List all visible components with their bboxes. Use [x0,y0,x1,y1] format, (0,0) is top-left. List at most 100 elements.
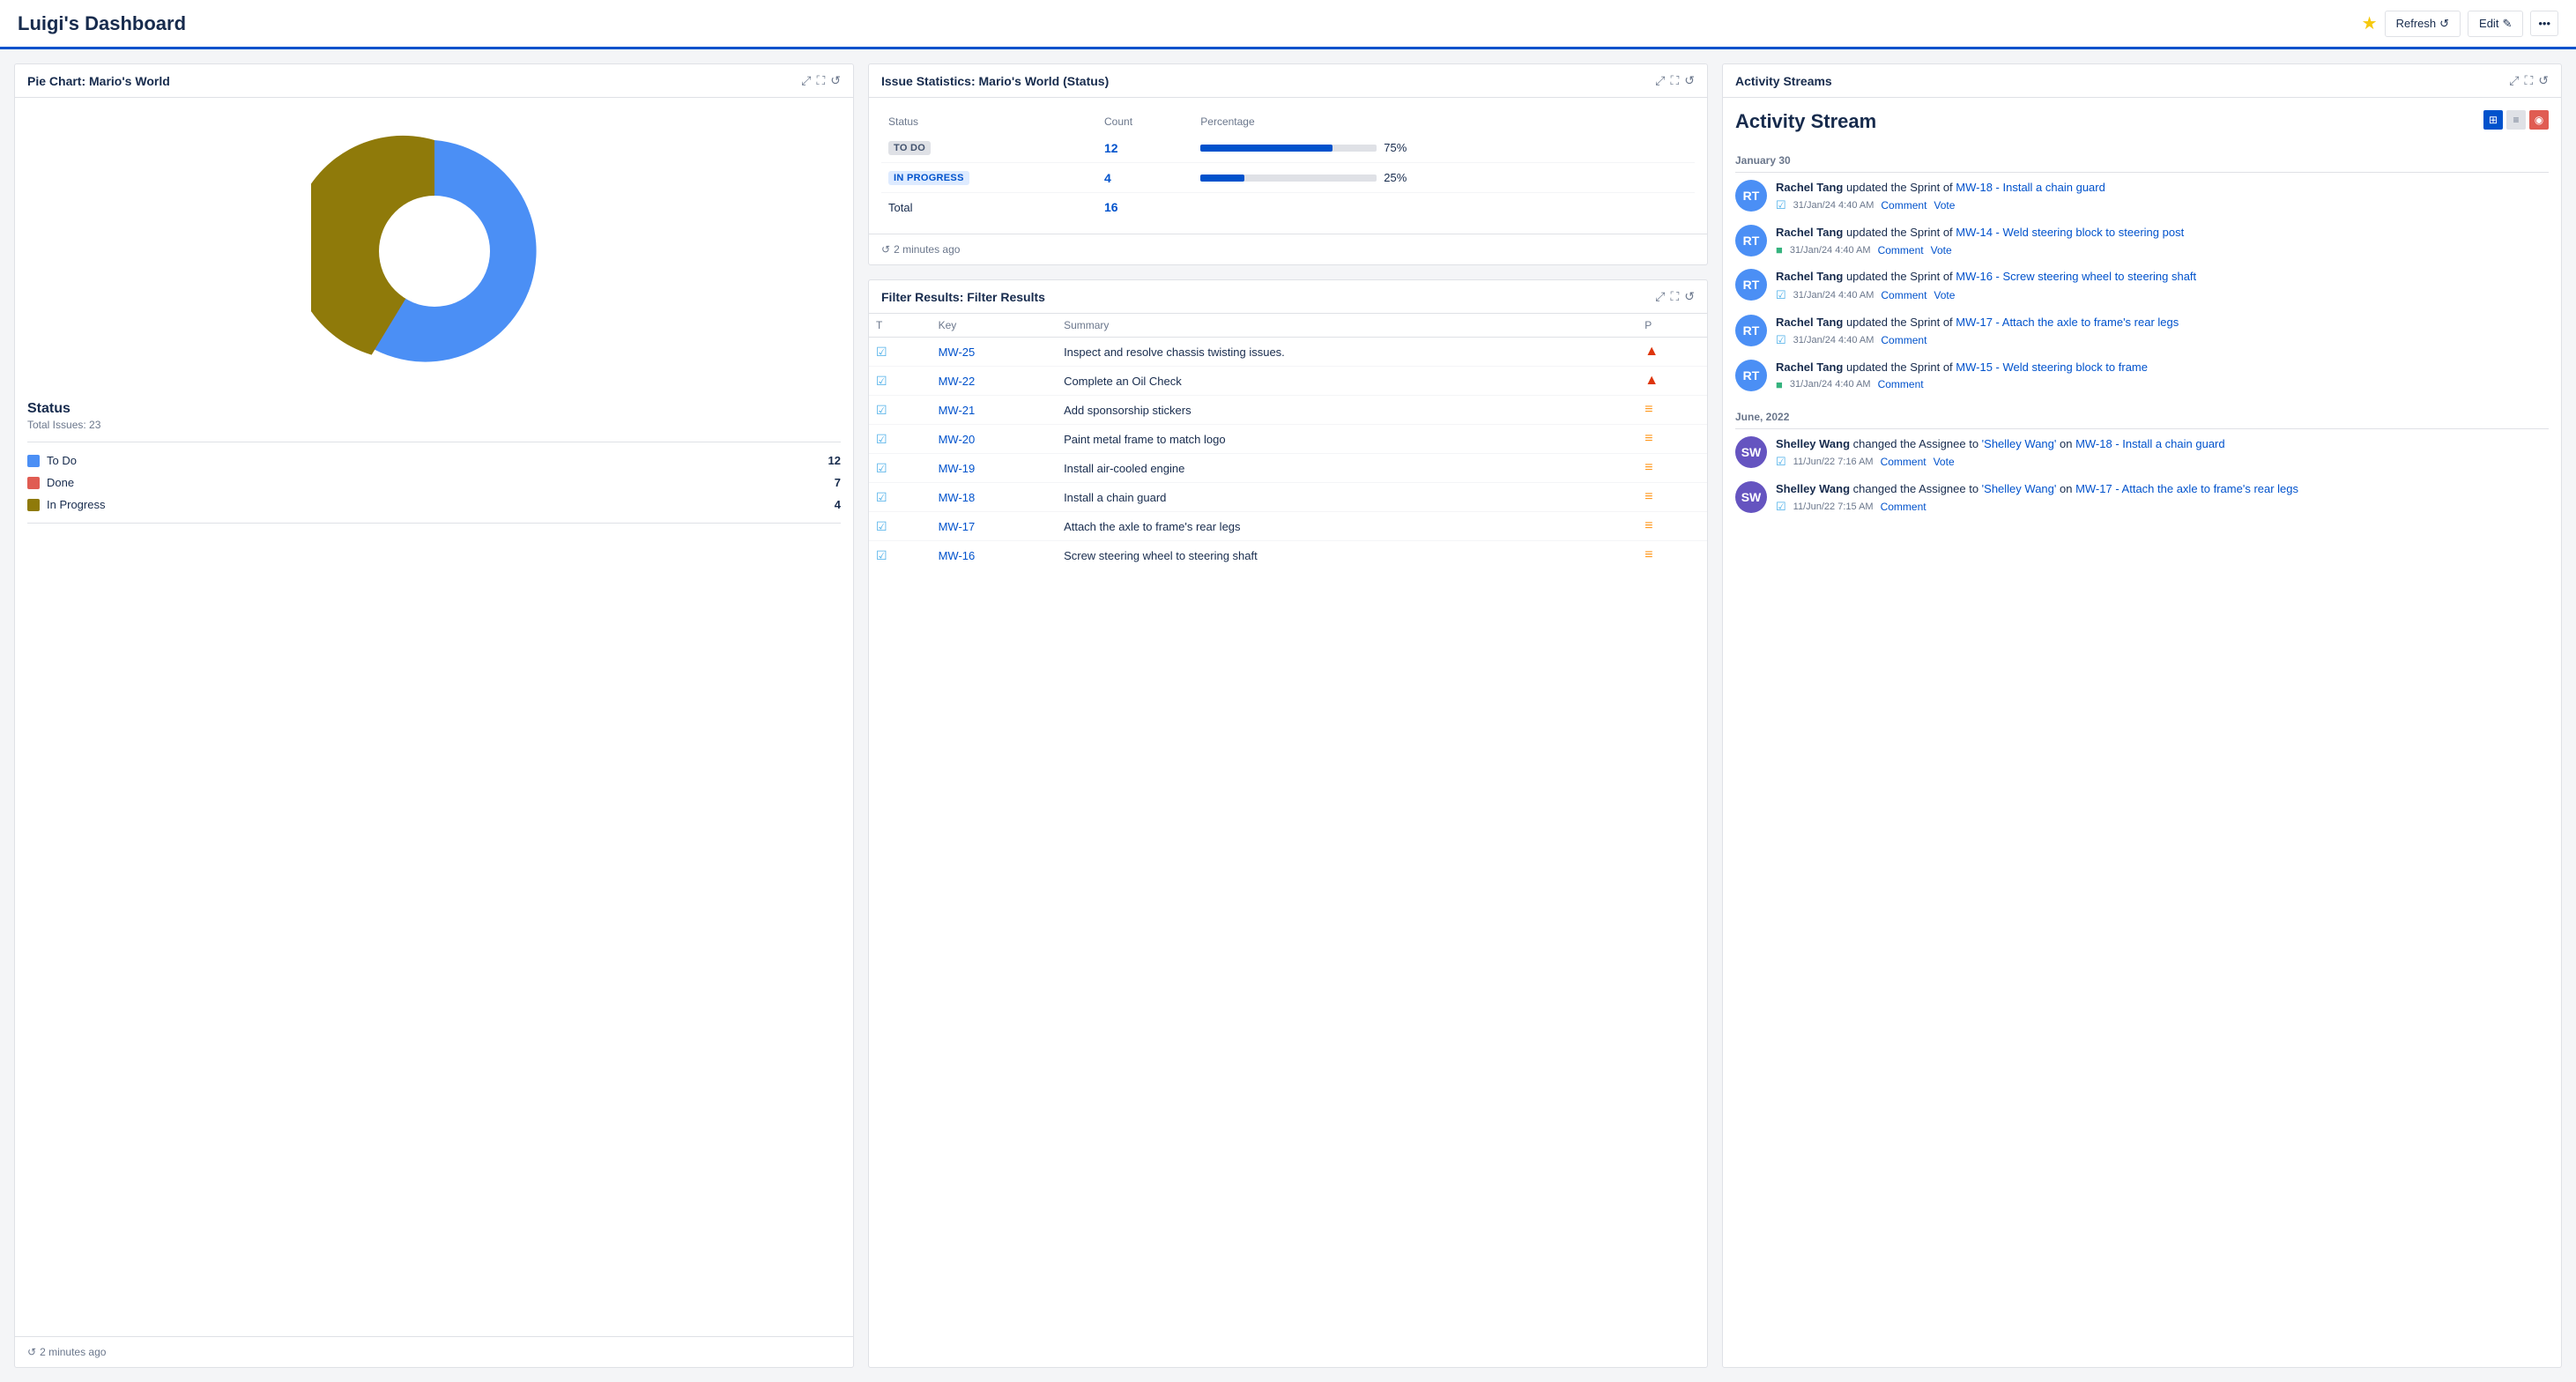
activity-action-link[interactable]: Vote [1934,456,1955,468]
issue-summary: Complete an Oil Check [1064,375,1182,388]
issue-key[interactable]: MW-19 [939,462,976,475]
dashboard-title: Luigi's Dashboard [18,12,186,35]
inprogress-progress-bg [1200,175,1377,182]
activity-action-link[interactable]: Comment [1881,289,1926,301]
activity-text: Rachel Tang updated the Sprint of MW-17 … [1776,315,2549,331]
issue-key[interactable]: MW-22 [939,375,976,388]
issue-type-checkbox: ☑ [876,519,887,533]
inprogress-count[interactable]: 4 [1104,171,1111,185]
filter-table-row: ☑ MW-18 Install a chain guard ≡ [869,483,1707,512]
legend-color-inprogress [27,499,40,511]
activity-content: Rachel Tang updated the Sprint of MW-17 … [1776,315,2549,347]
list-view-btn[interactable]: ≡ [2506,110,2526,130]
activity-action-link[interactable]: Comment [1881,199,1926,212]
activity-time: 31/Jan/24 4:40 AM [1793,335,1874,346]
stats-refresh-footer: ↺ 2 minutes ago [869,234,1707,264]
activity-panel-body: Activity Stream ⊞ ≡ ◉ January 30 RT Rach… [1723,98,2561,1367]
activity-action-link[interactable]: Comment [1878,378,1924,390]
filter-table-row: ☑ MW-25 Inspect and resolve chassis twis… [869,338,1707,367]
refresh-label: Refresh [2396,17,2437,30]
activity-action-link[interactable]: Vote [1934,199,1955,212]
priority-medium-icon: ≡ [1644,402,1652,417]
activity-action-link[interactable]: Comment [1881,501,1926,513]
activity-action-link[interactable]: Vote [1931,244,1952,256]
issue-summary: Paint metal frame to match logo [1064,433,1226,446]
refresh-panel-icon[interactable]: ↺ [830,73,841,88]
activity-meta: ☑ 31/Jan/24 4:40 AM Comment Vote [1776,198,2549,212]
stats-collapse-icon[interactable]: ⤢ [1655,73,1665,88]
grid-view-btn[interactable]: ⊞ [2483,110,2503,130]
activity-entry: RT Rachel Tang updated the Sprint of MW-… [1735,180,2549,212]
total-count[interactable]: 16 [1104,200,1118,214]
more-options-button[interactable]: ••• [2530,11,2558,36]
refresh-button[interactable]: Refresh ↺ [2385,11,2461,37]
issue-key[interactable]: MW-18 [939,491,976,504]
legend-count-todo: 12 [828,454,841,467]
activity-type-icon: ☑ [1776,455,1786,469]
activity-entry: RT Rachel Tang updated the Sprint of MW-… [1735,269,2549,301]
legend-section: Status Total Issues: 23 To Do 12 Done 7 … [27,401,841,524]
pie-chart-refresh-footer: ↺ 2 minutes ago [15,1336,853,1367]
priority-high-icon: ▲ [1644,344,1659,359]
activity-panel-icons: ⤢ ⛶ ↺ [2509,73,2549,88]
issue-key[interactable]: MW-17 [939,520,976,533]
activity-action-link[interactable]: Comment [1878,244,1924,256]
stats-expand-icon[interactable]: ⛶ [1670,73,1679,88]
filter-table-row: ☑ MW-22 Complete an Oil Check ▲ [869,367,1707,396]
filter-table-row: ☑ MW-17 Attach the axle to frame's rear … [869,512,1707,541]
issue-link[interactable]: MW-16 - Screw steering wheel to steering… [1956,270,2196,283]
issue-key[interactable]: MW-21 [939,404,976,417]
edit-button[interactable]: Edit ✎ [2468,11,2523,37]
activity-expand-icon[interactable]: ⛶ [2524,73,2533,88]
expand-icon[interactable]: ⛶ [816,73,825,88]
issue-link[interactable]: MW-17 - Attach the axle to frame's rear … [1956,316,2179,329]
assignee-link[interactable]: 'Shelley Wang' [1982,482,2057,495]
activity-collapse-icon[interactable]: ⤢ [2509,73,2519,88]
activity-action-link[interactable]: Comment [1881,334,1926,346]
issue-link[interactable]: MW-17 - Attach the axle to frame's rear … [2075,482,2298,495]
filter-refresh-icon[interactable]: ↺ [1684,289,1695,304]
activity-action-link[interactable]: Comment [1881,456,1926,468]
priority-medium-icon: ≡ [1644,431,1652,446]
issue-key[interactable]: MW-16 [939,549,976,562]
dashboard-body: Pie Chart: Mario's World ⤢ ⛶ ↺ [0,49,2576,1382]
issue-link[interactable]: MW-14 - Weld steering block to steering … [1956,226,2184,239]
filter-expand-icon[interactable]: ⛶ [1670,289,1679,304]
issue-summary: Add sponsorship stickers [1064,404,1191,417]
total-label: Total [881,193,1097,222]
avatar: RT [1735,315,1767,346]
star-icon[interactable]: ★ [2362,12,2378,34]
issue-type-checkbox: ☑ [876,461,887,475]
stats-panel-body: Status Count Percentage TO DO 12 [869,98,1707,234]
filter-collapse-icon[interactable]: ⤢ [1655,289,1665,304]
issue-link[interactable]: MW-18 - Install a chain guard [2075,437,2225,450]
legend-label-done: Done [47,476,835,489]
issue-key[interactable]: MW-25 [939,346,976,359]
stream-title: Activity Stream [1735,110,1876,133]
activity-refresh-icon[interactable]: ↺ [2538,73,2549,88]
assignee-link[interactable]: 'Shelley Wang' [1982,437,2057,450]
stat-row-total: Total 16 [881,193,1695,222]
activity-content: Rachel Tang updated the Sprint of MW-14 … [1776,225,2549,256]
top-bar: Luigi's Dashboard ★ Refresh ↺ Edit ✎ ••• [0,0,2576,49]
issue-key[interactable]: MW-20 [939,433,976,446]
avatar: RT [1735,269,1767,301]
activity-action-link[interactable]: Vote [1934,289,1955,301]
activity-date-header: January 30 [1735,147,2549,173]
pie-chart-body: Status Total Issues: 23 To Do 12 Done 7 … [15,98,853,1336]
collapse-icon[interactable]: ⤢ [801,73,811,88]
issue-type-checkbox: ☑ [876,403,887,417]
activity-time: 11/Jun/22 7:15 AM [1793,502,1874,512]
issue-summary: Screw steering wheel to steering shaft [1064,549,1258,562]
stats-refresh-icon[interactable]: ↺ [1684,73,1695,88]
issue-link[interactable]: MW-18 - Install a chain guard [1956,181,2105,194]
filter-table-row: ☑ MW-16 Screw steering wheel to steering… [869,541,1707,570]
rss-btn[interactable]: ◉ [2529,110,2549,130]
todo-count[interactable]: 12 [1104,141,1118,155]
activity-time: 31/Jan/24 4:40 AM [1790,245,1871,256]
activity-content: Rachel Tang updated the Sprint of MW-15 … [1776,360,2549,391]
todo-percentage: 75% [1384,141,1407,154]
activity-type-icon: ☑ [1776,198,1786,212]
issue-link[interactable]: MW-15 - Weld steering block to frame [1956,360,2148,374]
legend-item-todo: To Do 12 [27,450,841,472]
